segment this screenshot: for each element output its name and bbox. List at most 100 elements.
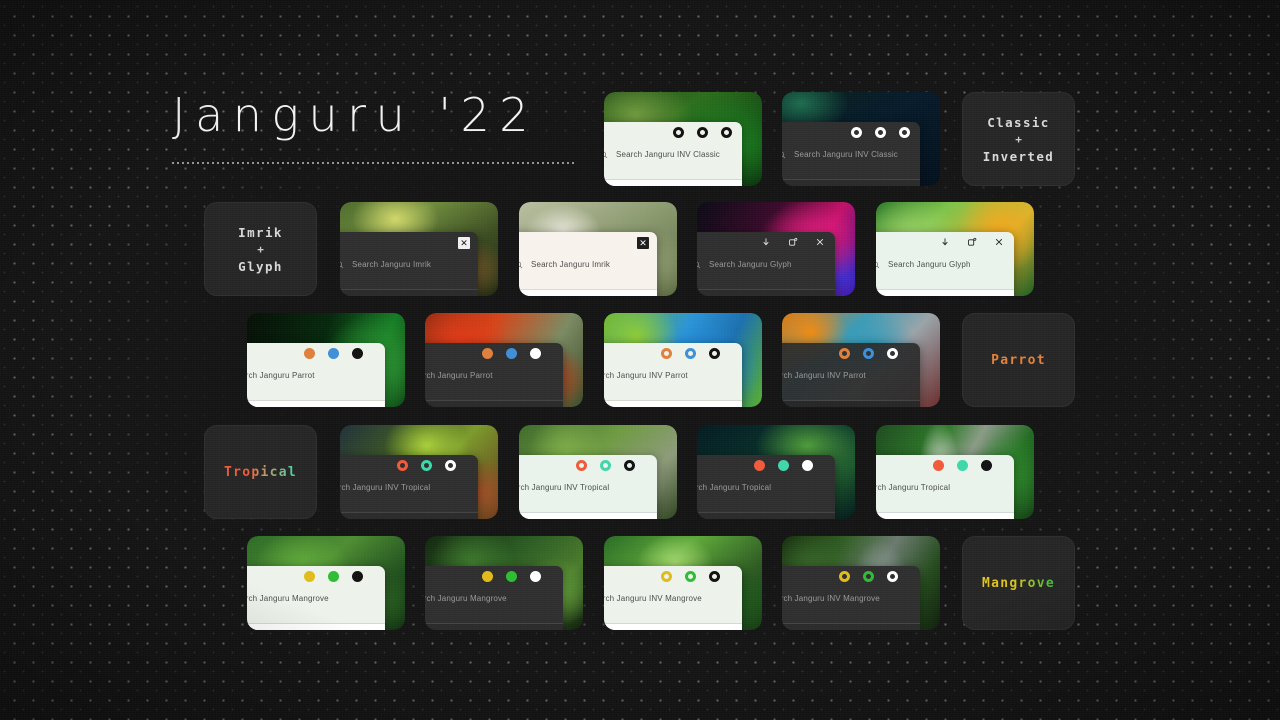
card-classic-light[interactable]: Search Janguru INV Classic bbox=[604, 92, 762, 186]
search-flyout-panel[interactable]: Search Janguru INV Parrot bbox=[604, 343, 742, 407]
ring-red-icon[interactable] bbox=[397, 460, 408, 471]
search-row[interactable]: Search Janguru INV Tropical bbox=[519, 483, 649, 492]
card-imrik-light[interactable]: ✕ Search Janguru Imrik bbox=[519, 202, 677, 296]
search-row[interactable]: Search Janguru INV Classic bbox=[782, 150, 912, 159]
card-tropical-inv-dark[interactable]: Search Janguru INV Tropical bbox=[340, 425, 498, 519]
card-mangrove-light[interactable]: Search Janguru Mangrove bbox=[247, 536, 405, 630]
ring-gold-icon[interactable] bbox=[661, 571, 672, 582]
dot-white-icon[interactable] bbox=[530, 571, 541, 582]
dot-orange-icon[interactable] bbox=[304, 348, 315, 359]
new-window-icon[interactable] bbox=[967, 237, 977, 247]
ring-white-icon[interactable] bbox=[445, 460, 456, 471]
ring-black-icon[interactable] bbox=[709, 571, 720, 582]
search-flyout-panel[interactable]: Search Janguru Glyph bbox=[876, 232, 1014, 296]
dot-red-icon[interactable] bbox=[933, 460, 944, 471]
ring-gold-icon[interactable] bbox=[839, 571, 850, 582]
card-glyph-light[interactable]: Search Janguru Glyph bbox=[876, 202, 1034, 296]
card-mangrove-dark[interactable]: Search Janguru Mangrove bbox=[425, 536, 583, 630]
search-row[interactable]: Search Janguru Parrot bbox=[247, 371, 377, 380]
search-row[interactable]: Search Janguru INV Parrot bbox=[604, 371, 734, 380]
search-row[interactable]: Search Janguru Imrik bbox=[519, 260, 649, 269]
search-row[interactable]: Search Janguru Tropical bbox=[697, 483, 827, 492]
dot-blue-icon[interactable] bbox=[506, 348, 517, 359]
search-flyout-panel[interactable]: Search Janguru INV Classic bbox=[782, 122, 920, 186]
close-icon[interactable]: ✕ bbox=[637, 237, 649, 249]
search-flyout-panel[interactable]: Search Janguru INV Tropical bbox=[519, 455, 657, 519]
dot-green-icon[interactable] bbox=[328, 571, 339, 582]
search-row[interactable]: Search Janguru INV Mangrove bbox=[604, 594, 734, 603]
card-imrik-dark[interactable]: ✕ Search Janguru Imrik bbox=[340, 202, 498, 296]
search-row[interactable]: Search Janguru Parrot bbox=[425, 371, 555, 380]
ring-red-icon[interactable] bbox=[576, 460, 587, 471]
search-flyout-panel[interactable]: ✕ Search Janguru Imrik bbox=[340, 232, 478, 296]
search-row[interactable]: Search Janguru Mangrove bbox=[425, 594, 555, 603]
dot-white-icon[interactable] bbox=[530, 348, 541, 359]
search-flyout-panel[interactable]: Search Janguru INV Parrot bbox=[782, 343, 920, 407]
search-flyout-panel[interactable]: Search Janguru Tropical bbox=[697, 455, 835, 519]
new-window-icon[interactable] bbox=[788, 237, 798, 247]
close-icon[interactable]: ✕ bbox=[458, 237, 470, 249]
dot-black-icon[interactable] bbox=[352, 571, 363, 582]
dot-black-icon[interactable] bbox=[981, 460, 992, 471]
search-flyout-panel[interactable]: Search Janguru Parrot bbox=[425, 343, 563, 407]
search-flyout-panel[interactable]: Search Janguru Mangrove bbox=[247, 566, 385, 630]
search-flyout-panel[interactable]: Search Janguru Glyph bbox=[697, 232, 835, 296]
dot-white-icon[interactable] bbox=[802, 460, 813, 471]
card-glyph-dark[interactable]: Search Janguru Glyph bbox=[697, 202, 855, 296]
card-parrot-inv-dark[interactable]: Search Janguru INV Parrot bbox=[782, 313, 940, 407]
ring-white-icon[interactable] bbox=[887, 571, 898, 582]
search-row[interactable]: Search Janguru INV Mangrove bbox=[782, 594, 912, 603]
dot-red-icon[interactable] bbox=[754, 460, 765, 471]
search-row[interactable]: Search Janguru Glyph bbox=[697, 260, 827, 269]
dot-black-icon[interactable] bbox=[352, 348, 363, 359]
dot-ring-white-icon[interactable] bbox=[851, 127, 862, 138]
close-icon[interactable] bbox=[815, 237, 825, 247]
ring-blue-icon[interactable] bbox=[863, 348, 874, 359]
ring-orange-icon[interactable] bbox=[839, 348, 850, 359]
search-flyout-panel[interactable]: ✕ Search Janguru Imrik bbox=[519, 232, 657, 296]
download-icon[interactable] bbox=[940, 237, 950, 247]
dot-ring-black-icon[interactable] bbox=[697, 127, 708, 138]
card-tropical-light[interactable]: Search Janguru Tropical bbox=[876, 425, 1034, 519]
search-flyout-panel[interactable]: Search Janguru Mangrove bbox=[425, 566, 563, 630]
search-flyout-panel[interactable]: Search Janguru Parrot bbox=[247, 343, 385, 407]
ring-green-icon[interactable] bbox=[685, 571, 696, 582]
dot-ring-black-icon[interactable] bbox=[721, 127, 732, 138]
search-flyout-panel[interactable]: Search Janguru Tropical bbox=[876, 455, 1014, 519]
ring-teal-icon[interactable] bbox=[600, 460, 611, 471]
card-tropical-inv-light[interactable]: Search Janguru INV Tropical bbox=[519, 425, 677, 519]
dot-green-icon[interactable] bbox=[506, 571, 517, 582]
card-mangrove-inv-dark[interactable]: Search Janguru INV Mangrove bbox=[782, 536, 940, 630]
card-classic-dark[interactable]: Search Janguru INV Classic bbox=[782, 92, 940, 186]
dot-gold-icon[interactable] bbox=[304, 571, 315, 582]
search-flyout-panel[interactable]: Search Janguru INV Tropical bbox=[340, 455, 478, 519]
ring-teal-icon[interactable] bbox=[421, 460, 432, 471]
search-row[interactable]: Search Janguru INV Classic bbox=[604, 150, 734, 159]
download-icon[interactable] bbox=[761, 237, 771, 247]
search-row[interactable]: Search Janguru Mangrove bbox=[247, 594, 377, 603]
ring-blue-icon[interactable] bbox=[685, 348, 696, 359]
ring-white-icon[interactable] bbox=[887, 348, 898, 359]
search-row[interactable]: Search Janguru Imrik bbox=[340, 260, 470, 269]
search-row[interactable]: Search Janguru INV Parrot bbox=[782, 371, 912, 380]
card-tropical-dark[interactable]: Search Janguru Tropical bbox=[697, 425, 855, 519]
dot-ring-white-icon[interactable] bbox=[875, 127, 886, 138]
dot-gold-icon[interactable] bbox=[482, 571, 493, 582]
dot-blue-icon[interactable] bbox=[328, 348, 339, 359]
card-parrot-inv-light[interactable]: Search Janguru INV Parrot bbox=[604, 313, 762, 407]
ring-green-icon[interactable] bbox=[863, 571, 874, 582]
card-parrot-light[interactable]: Search Janguru Parrot bbox=[247, 313, 405, 407]
search-row[interactable]: Search Janguru Glyph bbox=[876, 260, 1006, 269]
dot-teal-icon[interactable] bbox=[778, 460, 789, 471]
dot-ring-white-icon[interactable] bbox=[899, 127, 910, 138]
dot-teal-icon[interactable] bbox=[957, 460, 968, 471]
ring-orange-icon[interactable] bbox=[661, 348, 672, 359]
dot-orange-icon[interactable] bbox=[482, 348, 493, 359]
card-mangrove-inv-light[interactable]: Search Janguru INV Mangrove bbox=[604, 536, 762, 630]
search-row[interactable]: Search Janguru Tropical bbox=[876, 483, 1006, 492]
ring-black-icon[interactable] bbox=[624, 460, 635, 471]
ring-black-icon[interactable] bbox=[709, 348, 720, 359]
search-flyout-panel[interactable]: Search Janguru INV Classic bbox=[604, 122, 742, 186]
search-flyout-panel[interactable]: Search Janguru INV Mangrove bbox=[782, 566, 920, 630]
close-icon[interactable] bbox=[994, 237, 1004, 247]
